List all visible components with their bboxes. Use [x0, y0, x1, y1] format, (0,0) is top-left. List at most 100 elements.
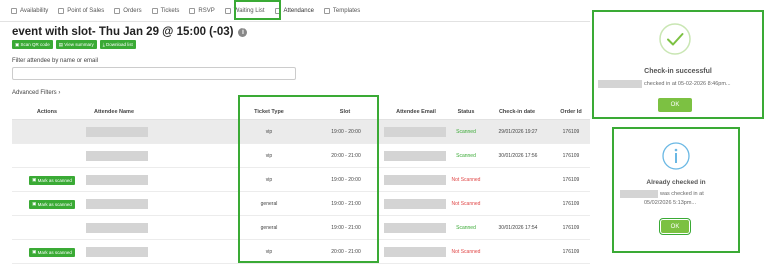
attendance-tab-highlight: [234, 0, 281, 20]
info-circle-icon: [662, 142, 690, 170]
tab-label: RSVP: [198, 7, 215, 14]
status-badge: Scanned: [456, 129, 476, 135]
redacted-name: [620, 190, 658, 198]
view-summary-button[interactable]: ▤ View summary: [55, 40, 97, 49]
status-badge: Not Scanned: [451, 248, 481, 255]
actions-cell: ▣ Mark as scanned: [22, 168, 82, 192]
check-circle-icon: [659, 23, 691, 55]
mark-as-scanned-label: Mark as scanned: [37, 177, 72, 183]
tab-tickets[interactable]: Tickets: [147, 0, 185, 22]
checkin-date-cell: 30/01/2026 17:56: [498, 153, 538, 159]
mark-as-scanned-button[interactable]: ▣ Mark as scanned: [29, 199, 75, 209]
redacted-name: [86, 247, 148, 257]
calendar-icon: [11, 7, 17, 14]
redacted-email: [384, 127, 446, 137]
ticket-slot-highlight: [238, 95, 379, 263]
chevron-right-icon: ›: [58, 90, 61, 96]
checkin-date-cell: [490, 168, 546, 192]
checkin-success-dialog: Check-in successful checked in at 05-02-…: [592, 10, 764, 119]
page-title-text: event with slot- Thu Jan 29 @ 15:00 (-03…: [12, 26, 234, 38]
attendee-email-cell: [384, 192, 446, 216]
checkin-date-cell: 30/01/2026 17:54: [498, 225, 538, 231]
tab-point-of-sales[interactable]: Point of Sales: [53, 0, 109, 22]
checkin-date-cell: 29/01/2026 19:27: [498, 129, 538, 135]
checkin-date-cell: [490, 240, 546, 264]
tab-label: Templates: [332, 7, 361, 14]
filter-label: Filter attendee by name or email: [12, 58, 99, 64]
col-status: Status: [457, 109, 475, 115]
order-id-cell: 176109: [562, 129, 580, 135]
tab-label: Attendance: [283, 7, 314, 14]
redacted-email: [384, 223, 446, 233]
status-badge: Not Scanned: [451, 176, 481, 183]
dialog-message-line2: 05/02/2026 5:13pm...: [644, 200, 696, 206]
list-icon: [224, 7, 231, 14]
scan-qr-label: Scan QR code: [20, 42, 50, 47]
tab-label: Point of Sales: [67, 7, 105, 14]
scan-qr-button[interactable]: ▣ Scan QR code: [12, 40, 53, 49]
dialog-title: Check-in successful: [644, 68, 712, 75]
tab-templates[interactable]: Templates: [319, 0, 365, 22]
tab-availability[interactable]: Availability: [6, 0, 53, 22]
download-list-label: Download list: [105, 42, 133, 47]
redacted-name: [86, 151, 148, 161]
filter-input[interactable]: [12, 67, 296, 80]
redacted-email: [384, 199, 446, 209]
mark-as-scanned-button[interactable]: ▣ Mark as scanned: [29, 175, 75, 185]
checkin-date-cell: [490, 192, 546, 216]
ticket-icon: [151, 7, 158, 14]
tab-label: Availability: [20, 7, 49, 14]
advanced-filters-label: Advanced Filters: [12, 90, 57, 96]
attendee-name-cell: [86, 216, 148, 240]
action-buttons: ▣ Scan QR code ▤ View summary ⤓ Download…: [12, 40, 136, 49]
attendee-email-cell: [384, 216, 446, 240]
order-id-cell: 176109: [562, 177, 580, 183]
cart-icon: [114, 7, 121, 14]
col-attendee-name: Attendee Name: [93, 109, 135, 115]
attendee-name-cell: [86, 168, 148, 192]
template-icon: [323, 7, 330, 14]
status-badge: Scanned: [456, 225, 476, 231]
order-id-cell: 176109: [562, 201, 580, 207]
actions-cell: ▣ Mark as scanned: [22, 240, 82, 264]
dialog-message-line1: was checked in at: [660, 191, 704, 197]
col-order-id: Order Id: [560, 109, 582, 115]
order-id-cell: 176109: [562, 153, 580, 159]
pos-icon: [58, 7, 65, 14]
order-id-cell: 176109: [562, 225, 580, 231]
advanced-filters-toggle[interactable]: Advanced Filters ›: [12, 90, 60, 96]
attendee-email-cell: [384, 144, 446, 168]
dialog-title: Already checked in: [646, 179, 706, 186]
dialog-message: checked in at 05-02-2026 8:46pm...: [644, 81, 731, 87]
col-checkin-date: Check-in date: [498, 109, 536, 115]
attendee-name-cell: [86, 192, 148, 216]
status-badge: Not Scanned: [451, 200, 481, 207]
rsvp-icon: [189, 7, 196, 14]
tab-rsvp[interactable]: RSVP: [184, 0, 219, 22]
redacted-name: [86, 175, 148, 185]
page-title: event with slot- Thu Jan 29 @ 15:00 (-03…: [12, 26, 248, 38]
ok-button[interactable]: OK: [659, 218, 691, 235]
tab-orders[interactable]: Orders: [109, 0, 146, 22]
attendee-name-cell: [86, 120, 148, 144]
redacted-email: [384, 151, 446, 161]
attendee-name-cell: [86, 240, 148, 264]
attendee-name-cell: [86, 144, 148, 168]
redacted-name: [86, 223, 148, 233]
download-list-button[interactable]: ⤓ Download list: [99, 40, 136, 49]
info-icon[interactable]: i: [238, 27, 248, 37]
mark-as-scanned-label: Mark as scanned: [37, 201, 72, 207]
redacted-name: [86, 127, 148, 137]
attendee-email-cell: [384, 240, 446, 264]
col-actions: Actions: [36, 109, 58, 115]
ok-button[interactable]: OK: [658, 98, 692, 112]
col-attendee-email: Attendee Email: [396, 109, 436, 115]
tab-bar: Availability Point of Sales Orders Tickets R…: [0, 0, 590, 22]
redacted-email: [384, 247, 446, 257]
redacted-email: [384, 175, 446, 185]
mark-as-scanned-button[interactable]: ▣ Mark as scanned: [29, 247, 75, 257]
status-badge: Scanned: [456, 153, 476, 159]
tab-label: Tickets: [160, 7, 180, 14]
attendee-email-cell: [384, 168, 446, 192]
redacted-name: [86, 199, 148, 209]
